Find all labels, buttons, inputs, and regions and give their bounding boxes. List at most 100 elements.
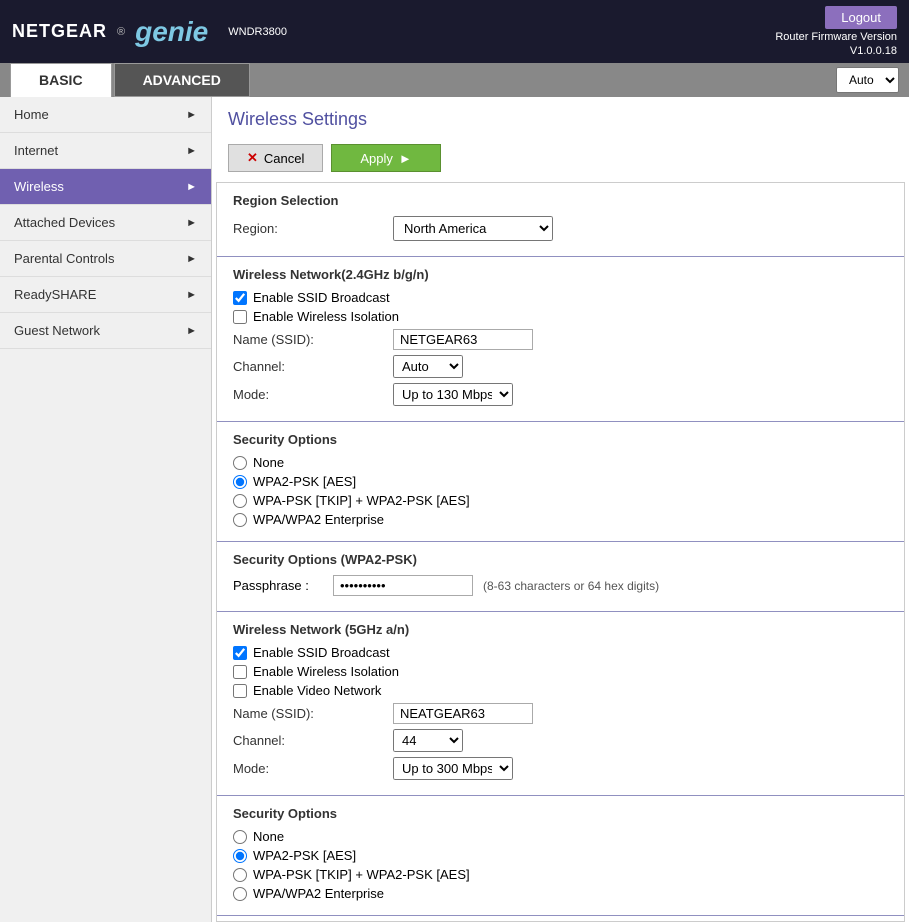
arrow-icon: ► <box>186 145 197 157</box>
enable-ssid-24-label: Enable SSID Broadcast <box>253 290 390 305</box>
ssid-5g-input[interactable] <box>393 703 533 724</box>
sidebar-item-guest-network[interactable]: Guest Network ► <box>0 313 211 349</box>
header-right: Logout Router Firmware Version V1.0.0.18 <box>775 6 897 57</box>
channel-5g-label: Channel: <box>233 733 393 748</box>
security-24-none-label: None <box>253 455 284 470</box>
enable-isolation-24-checkbox[interactable] <box>233 310 247 324</box>
mode-24-select[interactable]: Up to 54 Mbps Up to 130 Mbps Up to 300 M… <box>393 383 513 406</box>
security-24-wpa2-row: WPA2-PSK [AES] <box>233 474 888 489</box>
sidebar-item-parental-controls[interactable]: Parental Controls ► <box>0 241 211 277</box>
enable-isolation-5g-label: Enable Wireless Isolation <box>253 664 399 679</box>
firmware-version-value: V1.0.0.18 <box>775 45 897 57</box>
wireless-24-section: Wireless Network(2.4GHz b/g/n) Enable SS… <box>217 257 904 422</box>
enable-ssid-5g-label: Enable SSID Broadcast <box>253 645 390 660</box>
auto-select[interactable]: Auto <box>836 67 899 93</box>
apply-label: Apply <box>360 151 393 166</box>
content-area: Home ► Internet ► Wireless ► Attached De… <box>0 97 909 922</box>
enable-isolation-24-label: Enable Wireless Isolation <box>253 309 399 324</box>
header-left: NETGEAR ® genie WNDR3800 <box>12 16 287 48</box>
security-24-enterprise-label: WPA/WPA2 Enterprise <box>253 512 384 527</box>
channel-24-select[interactable]: Auto 1234 5678 91011 <box>393 355 463 378</box>
sidebar-item-label: Guest Network <box>14 323 100 338</box>
mode-5g-label: Mode: <box>233 761 393 776</box>
security-5g-wpa-radio[interactable] <box>233 868 247 882</box>
arrow-icon: ► <box>186 253 197 265</box>
security-wpa2-24-title: Security Options (WPA2-PSK) <box>233 552 888 567</box>
scroll-area[interactable]: Region Selection Region: North America E… <box>216 182 905 922</box>
security-wpa2-24-section: Security Options (WPA2-PSK) Passphrase :… <box>217 542 904 612</box>
page-title: Wireless Settings <box>212 97 909 138</box>
sidebar-item-label: Internet <box>14 143 58 158</box>
cancel-button[interactable]: ✕ Cancel <box>228 144 323 172</box>
channel-5g-select[interactable]: 36404448 149153157161 <box>393 729 463 752</box>
ssid-24-input[interactable] <box>393 329 533 350</box>
region-field-row: Region: North America Europe Asia Austra… <box>233 216 888 241</box>
logo-genie: genie <box>135 16 208 48</box>
enable-ssid-5g-row: Enable SSID Broadcast <box>233 645 888 660</box>
sidebar-item-attached-devices[interactable]: Attached Devices ► <box>0 205 211 241</box>
arrow-icon: ► <box>186 289 197 301</box>
region-label: Region: <box>233 221 393 236</box>
sidebar-item-internet[interactable]: Internet ► <box>0 133 211 169</box>
tab-advanced[interactable]: ADVANCED <box>114 63 250 97</box>
mode-5g-select[interactable]: Up to 54 Mbps Up to 130 Mbps Up to 300 M… <box>393 757 513 780</box>
sidebar: Home ► Internet ► Wireless ► Attached De… <box>0 97 212 922</box>
channel-24-label: Channel: <box>233 359 393 374</box>
mode-24-field-row: Mode: Up to 54 Mbps Up to 130 Mbps Up to… <box>233 383 888 406</box>
sidebar-item-label: Wireless <box>14 179 64 194</box>
enable-ssid-24-row: Enable SSID Broadcast <box>233 290 888 305</box>
mode-5g-field-row: Mode: Up to 54 Mbps Up to 130 Mbps Up to… <box>233 757 888 780</box>
sidebar-item-wireless[interactable]: Wireless ► <box>0 169 211 205</box>
security-5g-none-radio[interactable] <box>233 830 247 844</box>
channel-5g-field-row: Channel: 36404448 149153157161 <box>233 729 888 752</box>
passphrase-24-input[interactable] <box>333 575 473 596</box>
security-5g-wpa2-radio[interactable] <box>233 849 247 863</box>
enable-ssid-5g-checkbox[interactable] <box>233 646 247 660</box>
enable-video-5g-label: Enable Video Network <box>253 683 381 698</box>
security-24-wpa-radio[interactable] <box>233 494 247 508</box>
security-24-wpa-row: WPA-PSK [TKIP] + WPA2-PSK [AES] <box>233 493 888 508</box>
wireless-5g-title: Wireless Network (5GHz a/n) <box>233 622 888 637</box>
nav-tabs-left: BASIC ADVANCED <box>10 63 252 97</box>
sidebar-item-label: ReadySHARE <box>14 287 96 302</box>
x-icon: ✕ <box>247 150 258 166</box>
trademark: ® <box>117 26 125 38</box>
region-select[interactable]: North America Europe Asia Australia <box>393 216 553 241</box>
ssid-5g-label: Name (SSID): <box>233 706 393 721</box>
ssid-24-label: Name (SSID): <box>233 332 393 347</box>
security-5g-title: Security Options <box>233 806 888 821</box>
sidebar-item-readyshare[interactable]: ReadySHARE ► <box>0 277 211 313</box>
ssid-24-field-row: Name (SSID): <box>233 329 888 350</box>
security-24-wpa2-radio[interactable] <box>233 475 247 489</box>
region-section-title: Region Selection <box>233 193 888 208</box>
sidebar-item-label: Home <box>14 107 49 122</box>
apply-button[interactable]: Apply ► <box>331 144 440 172</box>
security-24-section: Security Options None WPA2-PSK [AES] WPA… <box>217 422 904 542</box>
enable-video-5g-checkbox[interactable] <box>233 684 247 698</box>
security-5g-none-label: None <box>253 829 284 844</box>
enable-isolation-5g-row: Enable Wireless Isolation <box>233 664 888 679</box>
toolbar: ✕ Cancel Apply ► <box>212 138 909 182</box>
logout-button[interactable]: Logout <box>825 6 897 29</box>
security-5g-none-row: None <box>233 829 888 844</box>
sidebar-item-label: Parental Controls <box>14 251 114 266</box>
arrow-icon: ► <box>186 181 197 193</box>
security-24-enterprise-radio[interactable] <box>233 513 247 527</box>
wireless-24-title: Wireless Network(2.4GHz b/g/n) <box>233 267 888 282</box>
enable-isolation-24-row: Enable Wireless Isolation <box>233 309 888 324</box>
security-5g-section: Security Options None WPA2-PSK [AES] WPA… <box>217 796 904 916</box>
passphrase-24-hint: (8-63 characters or 64 hex digits) <box>483 579 659 593</box>
security-5g-wpa2-row: WPA2-PSK [AES] <box>233 848 888 863</box>
sidebar-item-label: Attached Devices <box>14 215 115 230</box>
model-text: WNDR3800 <box>228 26 287 38</box>
enable-isolation-5g-checkbox[interactable] <box>233 665 247 679</box>
security-24-none-row: None <box>233 455 888 470</box>
tab-basic[interactable]: BASIC <box>10 63 112 97</box>
arrow-icon: ► <box>186 217 197 229</box>
wireless-5g-section: Wireless Network (5GHz a/n) Enable SSID … <box>217 612 904 796</box>
mode-24-label: Mode: <box>233 387 393 402</box>
sidebar-item-home[interactable]: Home ► <box>0 97 211 133</box>
passphrase-24-row: Passphrase : (8-63 characters or 64 hex … <box>233 575 888 596</box>
enable-ssid-24-checkbox[interactable] <box>233 291 247 305</box>
security-24-none-radio[interactable] <box>233 456 247 470</box>
